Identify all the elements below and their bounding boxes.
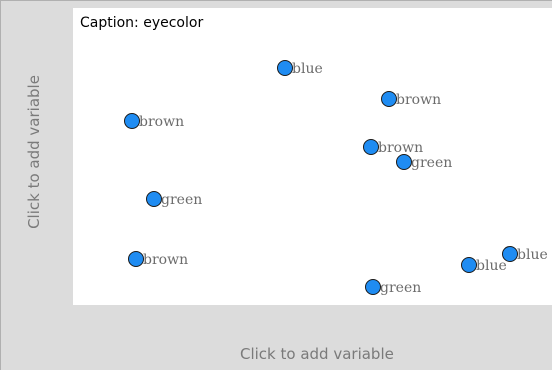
data-point-dot[interactable] bbox=[124, 113, 140, 129]
data-point-dot[interactable] bbox=[146, 191, 162, 207]
data-point-dot[interactable] bbox=[363, 139, 379, 155]
data-point-dot[interactable] bbox=[396, 154, 412, 170]
data-point-label: brown bbox=[396, 92, 442, 108]
data-point-dot[interactable] bbox=[461, 257, 477, 273]
data-point-label: green bbox=[161, 192, 203, 208]
data-point-label: blue bbox=[517, 247, 548, 263]
data-point-dot[interactable] bbox=[502, 246, 518, 262]
data-point-label: brown bbox=[139, 114, 185, 130]
data-point-dot[interactable] bbox=[365, 279, 381, 295]
data-point-dot[interactable] bbox=[277, 60, 293, 76]
data-point-label: blue bbox=[292, 61, 323, 77]
data-point-label: green bbox=[380, 280, 422, 296]
data-point-label: brown bbox=[378, 140, 424, 156]
x-axis-add-variable-label[interactable]: Click to add variable bbox=[240, 345, 394, 363]
data-point-label: green bbox=[411, 155, 453, 171]
caption: Caption: eyecolor bbox=[80, 15, 204, 31]
data-point-dot[interactable] bbox=[128, 251, 144, 267]
data-point-label: blue bbox=[476, 258, 507, 274]
data-point-label: brown bbox=[143, 252, 189, 268]
data-point-dot[interactable] bbox=[381, 91, 397, 107]
y-axis-add-variable-label[interactable]: Click to add variable bbox=[25, 75, 43, 229]
